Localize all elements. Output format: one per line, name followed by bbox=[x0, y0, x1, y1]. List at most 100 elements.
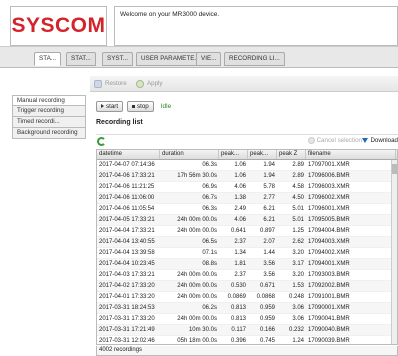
cell-duration: 24h 00m 00.0s bbox=[177, 228, 217, 234]
grid-header: datetime duration peak... peak... peak Z… bbox=[97, 150, 397, 160]
scrollbar-thumb[interactable] bbox=[392, 164, 397, 174]
cell-peak-y: 0.959 bbox=[259, 305, 275, 311]
cell-peak-y: 3.56 bbox=[263, 261, 275, 267]
cell-peak-x: 1.38 bbox=[234, 195, 246, 201]
cell-peak-x: 0.396 bbox=[230, 338, 246, 344]
cell-peak-x: 0.813 bbox=[230, 316, 246, 322]
cell-filename: 17094002.XMR bbox=[308, 250, 350, 256]
cell-peak-x: 1.06 bbox=[234, 173, 246, 179]
cell-duration: 24h 00m 00.0s bbox=[177, 217, 217, 223]
cell-duration: 17h 56m 30.0s bbox=[177, 173, 217, 179]
sidebar-item-manual-recording[interactable]: Manual recording bbox=[12, 95, 86, 106]
cell-datetime: 2017-04-03 17:33:21 bbox=[99, 272, 155, 278]
download-button[interactable]: Download bbox=[362, 137, 398, 144]
cell-duration: 24h 00m 00.0s bbox=[177, 272, 217, 278]
cell-peak-z: 4.58 bbox=[292, 184, 304, 190]
restore-button[interactable]: Restore bbox=[94, 79, 127, 89]
main-panel: Restore Apply start stop Idle Recording … bbox=[90, 76, 398, 356]
cell-duration: 06.5s bbox=[202, 239, 217, 245]
cell-peak-x: 1.81 bbox=[234, 261, 246, 267]
stop-label: stop bbox=[137, 102, 149, 110]
tab-status[interactable]: STA... bbox=[34, 52, 62, 66]
cell-peak-z: 3.06 bbox=[292, 305, 304, 311]
logo: SYSCOM bbox=[10, 6, 107, 46]
cell-filename: 17093003.BMR bbox=[308, 272, 350, 278]
refresh-icon[interactable] bbox=[97, 137, 106, 146]
table-row[interactable]: 2017-03-31 12:02:46 05h 18m 00.0s 0.396 0.7… bbox=[97, 336, 397, 344]
table-row[interactable]: 2017-04-04 17:33:21 24h 00m 00.0s 0.641 0.8… bbox=[97, 226, 397, 237]
settings-toolbar: Restore Apply bbox=[90, 76, 398, 92]
cell-datetime: 2017-04-06 17:33:21 bbox=[99, 173, 155, 179]
column-header-duration[interactable]: duration bbox=[160, 150, 219, 159]
table-row[interactable]: 2017-03-31 18:24:53 06.2s 0.813 0.959 3.06 17… bbox=[97, 303, 397, 314]
table-row[interactable]: 2017-04-04 10:23:45 08.8s 1.81 3.56 3.17 1709… bbox=[97, 259, 397, 270]
table-row[interactable]: 2017-04-06 17:33:21 17h 56m 30.0s 1.06 1.94… bbox=[97, 171, 397, 182]
download-icon bbox=[362, 138, 369, 143]
sidebar-item-trigger-recording[interactable]: Trigger recording bbox=[12, 106, 86, 117]
cell-peak-x: 1.06 bbox=[234, 162, 246, 168]
cell-peak-y: 1.94 bbox=[263, 162, 275, 168]
cell-peak-z: 2.89 bbox=[292, 162, 304, 168]
table-row[interactable]: 2017-04-05 17:33:21 24h 00m 00.0s 4.06 6.21… bbox=[97, 215, 397, 226]
stop-button[interactable]: stop bbox=[127, 100, 154, 112]
recording-count: 4002 recordings bbox=[96, 346, 398, 356]
cell-filename: 17096001.XMR bbox=[308, 206, 350, 212]
tab-view[interactable]: VIE... bbox=[196, 52, 222, 66]
table-row[interactable]: 2017-04-04 13:39:58 07.1s 1.34 1.44 3.20 1709… bbox=[97, 248, 397, 259]
recording-status: Idle bbox=[160, 102, 172, 110]
cell-filename: 17092002.BMR bbox=[308, 283, 350, 289]
table-row[interactable]: 2017-04-06 11:21:25 06.9s 4.06 5.78 4.58 1709… bbox=[97, 182, 397, 193]
cell-duration: 24h 00m 00.0s bbox=[177, 294, 217, 300]
cell-peak-x: 0.117 bbox=[231, 327, 246, 333]
cell-duration: 08.8s bbox=[202, 261, 217, 267]
cell-peak-z: 5.01 bbox=[292, 217, 304, 223]
tab-user-parameters[interactable]: USER PARAMETE... bbox=[136, 52, 205, 66]
cancel-icon bbox=[307, 137, 315, 144]
cell-duration: 06.7s bbox=[202, 195, 217, 201]
table-row[interactable]: 2017-04-01 17:33:20 24h 00m 00.0s 0.0869 0.… bbox=[97, 292, 397, 303]
cell-peak-y: 0.671 bbox=[259, 283, 275, 289]
tab-stat[interactable]: STAT... bbox=[66, 52, 96, 66]
cell-peak-z: 3.06 bbox=[292, 316, 304, 322]
column-header-peak-z[interactable]: peak Z bbox=[277, 150, 306, 159]
cell-peak-y: 2.07 bbox=[263, 239, 275, 245]
column-header-datetime[interactable]: datetime bbox=[97, 150, 160, 159]
table-row[interactable]: 2017-04-07 07:14:36 06.3s 1.06 1.94 2.89 1709… bbox=[97, 160, 397, 171]
cell-duration: 05h 18m 00.0s bbox=[177, 338, 217, 344]
cell-peak-z: 1.24 bbox=[292, 338, 304, 344]
cell-peak-z: 2.62 bbox=[292, 239, 304, 245]
column-header-filename[interactable]: filename bbox=[306, 150, 396, 159]
cancel-selection-button[interactable]: Cancel selection bbox=[307, 137, 362, 144]
sidebar-item-timed-recording[interactable]: Timed recordi... bbox=[12, 117, 86, 128]
sidebar-item-background-recording[interactable]: Background recording bbox=[12, 128, 86, 139]
cell-filename: 17096003.XMR bbox=[308, 184, 350, 190]
start-button[interactable]: start bbox=[96, 100, 124, 112]
column-header-peak-y[interactable]: peak... bbox=[248, 150, 277, 159]
cell-filename: 17096006.BMR bbox=[308, 173, 350, 179]
cell-peak-y: 1.94 bbox=[263, 173, 275, 179]
tab-system[interactable]: SYST... bbox=[102, 52, 133, 66]
cell-peak-x: 0.530 bbox=[230, 283, 246, 289]
recording-controls: start stop Idle bbox=[96, 100, 171, 112]
cell-datetime: 2017-04-02 17:33:20 bbox=[99, 283, 155, 289]
cell-peak-z: 0.232 bbox=[288, 327, 304, 333]
logo-text: SYSCOM bbox=[11, 14, 106, 37]
table-row[interactable]: 2017-03-31 17:21:49 10m 30.0s 0.117 0.166 0.… bbox=[97, 325, 397, 336]
cell-peak-x: 0.0869 bbox=[227, 294, 246, 300]
cell-peak-x: 4.06 bbox=[234, 217, 246, 223]
table-row[interactable]: 2017-04-06 11:06:00 06.7s 1.38 2.77 4.50 1709… bbox=[97, 193, 397, 204]
cell-filename: 17095005.BMR bbox=[308, 217, 350, 223]
tab-recording-list[interactable]: RECORDING LI... bbox=[224, 52, 285, 66]
table-row[interactable]: 2017-03-31 17:33:20 24h 00m 00.0s 0.813 0.9… bbox=[97, 314, 397, 325]
cell-filename: 17090041.BMR bbox=[308, 316, 350, 322]
table-row[interactable]: 2017-04-02 17:33:20 24h 00m 00.0s 0.530 0.6… bbox=[97, 281, 397, 292]
grid-scrollbar[interactable] bbox=[391, 160, 397, 344]
table-row[interactable]: 2017-04-03 17:33:21 24h 00m 00.0s 2.37 3.56… bbox=[97, 270, 397, 281]
cell-peak-z: 5.01 bbox=[292, 206, 304, 212]
column-header-peak-x[interactable]: peak... bbox=[219, 150, 248, 159]
table-row[interactable]: 2017-04-06 11:05:54 06.3s 2.49 6.21 5.01 1709… bbox=[97, 204, 397, 215]
cell-filename: 17091001.BMR bbox=[308, 294, 350, 300]
apply-button[interactable]: Apply bbox=[136, 79, 162, 89]
table-row[interactable]: 2017-04-04 13:40:55 06.5s 2.37 2.07 2.62 1709… bbox=[97, 237, 397, 248]
start-label: start bbox=[106, 102, 119, 110]
